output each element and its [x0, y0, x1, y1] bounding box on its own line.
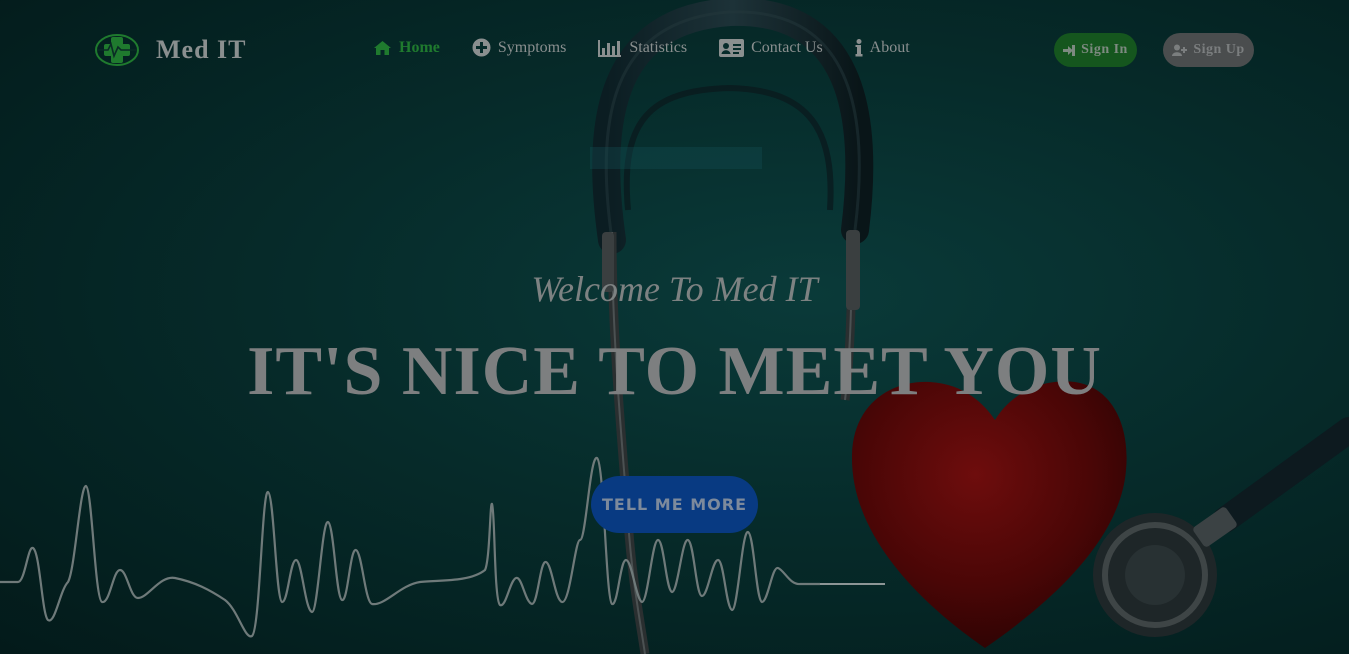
- hero-section: Med IT Home Symptoms Statistics Contact …: [0, 0, 1349, 654]
- brand[interactable]: Med IT: [94, 32, 247, 68]
- info-icon: [855, 38, 863, 57]
- nav-item-symptoms[interactable]: Symptoms: [472, 38, 566, 57]
- heart-shape: [851, 381, 1127, 648]
- address-card-icon: [719, 38, 745, 57]
- brand-title: Med IT: [156, 35, 247, 64]
- nav-item-home[interactable]: Home: [373, 39, 440, 57]
- main-menu: Home Symptoms Statistics Contact Us Abou…: [373, 38, 942, 57]
- sign-up-button[interactable]: Sign Up: [1163, 33, 1254, 67]
- hero-subtitle: Welcome To Med IT: [531, 269, 818, 309]
- sign-in-button[interactable]: Sign In: [1054, 33, 1137, 67]
- tell-me-more-button[interactable]: TELL ME MORE: [591, 476, 758, 533]
- nav-item-label: Contact Us: [751, 38, 823, 56]
- faded-overlay-box: [590, 147, 762, 169]
- navbar: Med IT Home Symptoms Statistics Contact …: [0, 0, 1349, 100]
- nav-item-label: Home: [399, 38, 440, 56]
- nav-item-contact-us[interactable]: Contact Us: [719, 38, 823, 57]
- home-icon: [373, 40, 392, 56]
- nav-item-label: Symptoms: [497, 38, 567, 56]
- sign-up-label: Sign Up: [1193, 42, 1245, 57]
- user-plus-icon: [1172, 44, 1188, 56]
- nav-item-label: About: [869, 38, 910, 56]
- bar-chart-icon: [598, 39, 622, 57]
- medical-cross-heartbeat-icon: [95, 34, 139, 66]
- nav-item-statistics[interactable]: Statistics: [598, 39, 687, 57]
- nav-item-about[interactable]: About: [855, 38, 910, 57]
- hero-title: IT'S NICE TO MEET YOU: [247, 333, 1102, 410]
- plus-circle-icon: [472, 38, 491, 57]
- nav-item-label: Statistics: [629, 38, 688, 56]
- sign-in-label: Sign In: [1081, 42, 1128, 57]
- sign-in-icon: [1063, 44, 1076, 56]
